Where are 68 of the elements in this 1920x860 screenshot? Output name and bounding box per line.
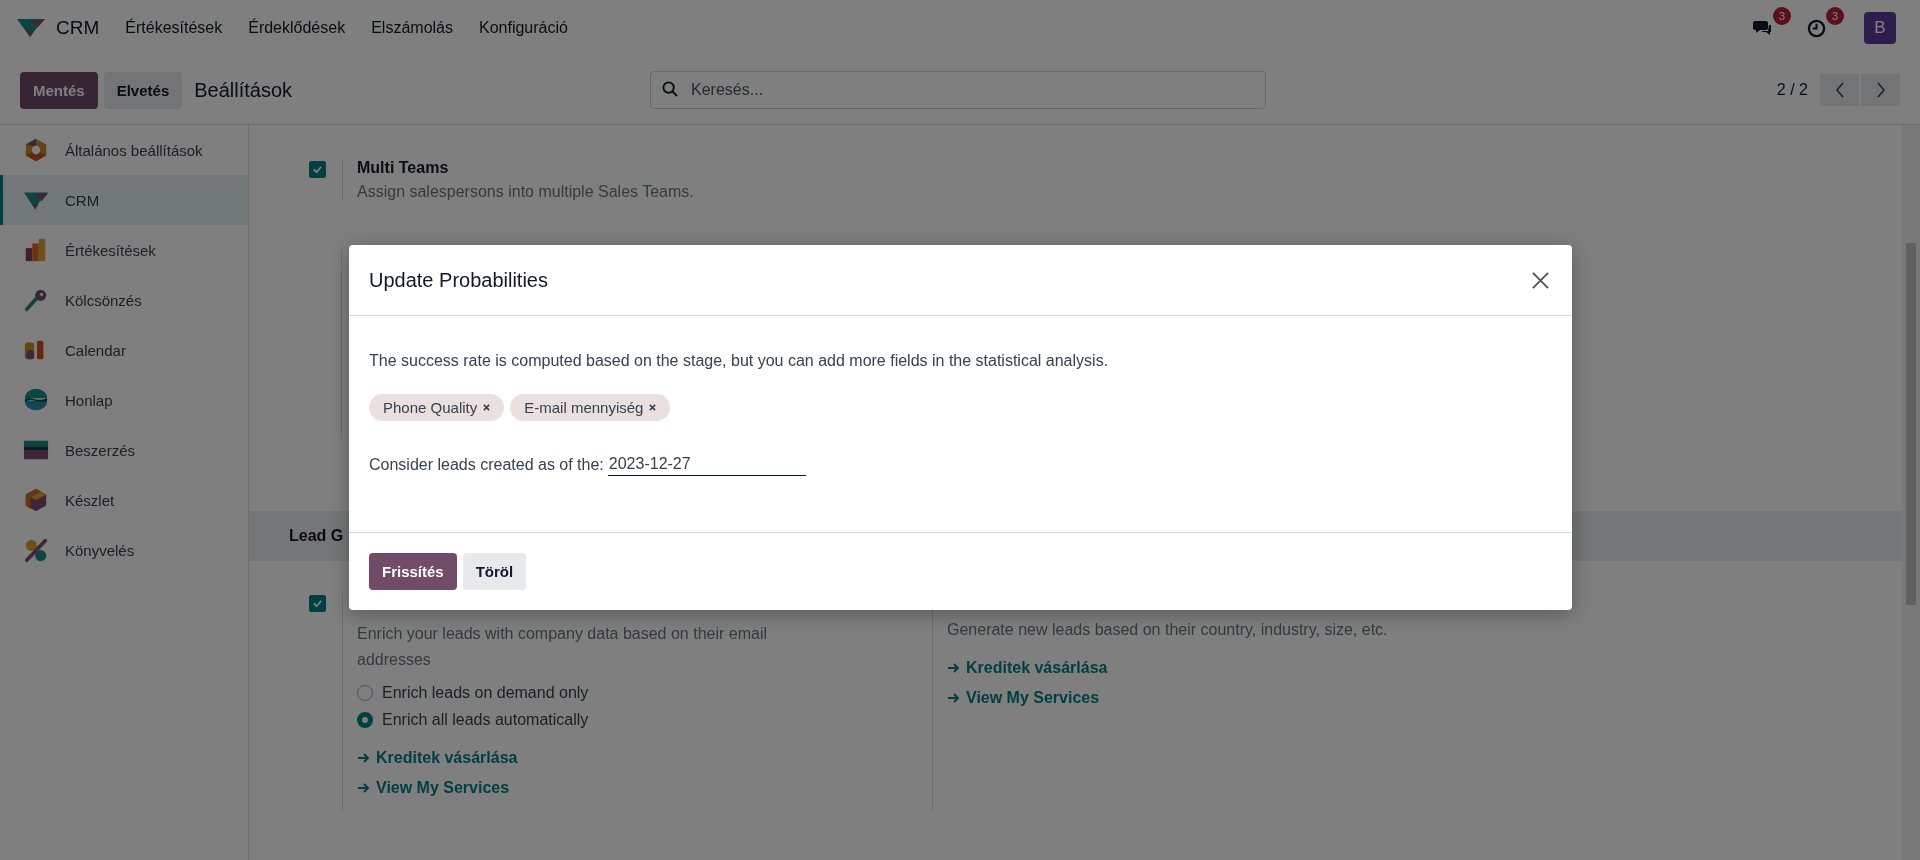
clock-icon — [1807, 18, 1826, 38]
breadcrumb: Beállítások — [194, 78, 293, 102]
app-icon — [23, 387, 49, 413]
setting-title: Multi Teams — [357, 159, 450, 177]
scrollbar[interactable] — [1902, 125, 1920, 860]
app-icon — [23, 287, 49, 313]
next-button[interactable] — [1861, 74, 1900, 106]
sidebar-item[interactable]: Készlet — [0, 475, 248, 525]
app-icon — [23, 537, 49, 563]
menu-item[interactable]: Konfiguráció — [479, 19, 568, 37]
chevron-left-icon — [1834, 82, 1845, 98]
link[interactable]: Kreditek vásárlása — [966, 659, 1108, 677]
dialog-button[interactable]: Frissítés — [369, 553, 457, 590]
app-icon — [23, 137, 49, 163]
setting-description: Assign salespersons into multiple Sales Teams. — [357, 183, 694, 201]
close-icon — [483, 404, 491, 411]
notification-badge: 3 — [1773, 7, 1791, 25]
checkmark-icon — [312, 598, 323, 609]
sidebar-item[interactable]: Beszerzés — [0, 425, 248, 475]
notification-badge: 3 — [1826, 6, 1844, 25]
checkbox[interactable] — [309, 161, 326, 178]
close-icon — [1531, 270, 1550, 290]
dialog-text: The success rate is computed based on the stage, but you can add more fields in the statistical analysis. — [369, 352, 1110, 370]
sidebar-item[interactable]: Calendar — [0, 325, 248, 375]
search-field[interactable]: Keresés... — [650, 71, 1266, 109]
checkbox[interactable] — [309, 595, 326, 612]
section-title: Lead G — [289, 527, 344, 545]
menu-item[interactable]: Értékesítések — [125, 19, 223, 37]
checkmark-icon — [312, 164, 323, 175]
radio-label[interactable]: Enrich leads on demand only — [382, 684, 589, 703]
app-icon — [23, 487, 49, 513]
sidebar-item[interactable]: CRM — [0, 175, 248, 225]
remove-tag-button[interactable] — [649, 404, 657, 411]
pager-value: 2 / 2 — [1776, 81, 1808, 99]
link[interactable]: View My Services — [376, 779, 510, 798]
dialog-button[interactable]: Töröl — [462, 553, 527, 590]
user-avatar[interactable]: B — [1864, 12, 1896, 44]
radio-label[interactable]: Enrich all leads automatically — [382, 711, 589, 730]
remove-tag-button[interactable] — [483, 404, 491, 411]
toolbar-button[interactable]: Mentés — [20, 71, 98, 109]
toolbar-button[interactable]: Elvetés — [103, 71, 183, 109]
sidebar-item[interactable]: Kölcsönzés — [0, 275, 248, 325]
tag: E-mail mennyiség — [510, 394, 671, 421]
arrow-right-icon — [357, 782, 371, 795]
sidebar-item[interactable]: Értékesítések — [0, 225, 248, 275]
sidebar-item[interactable]: Honlap — [0, 375, 248, 425]
close-icon — [649, 404, 657, 411]
arrow-right-icon — [947, 692, 961, 704]
menu-item[interactable]: Érdeklődések — [248, 19, 346, 37]
chat-icon — [1753, 19, 1773, 37]
search-icon — [662, 81, 679, 98]
chevron-right-icon — [1875, 82, 1886, 98]
menu-item[interactable]: Elszámolás — [371, 19, 453, 37]
setting-description: Generate new leads based on their country, industry, size, etc. — [947, 621, 1388, 639]
link[interactable]: View My Services — [966, 689, 1100, 707]
app-name[interactable]: CRM — [56, 17, 100, 39]
arrow-right-icon — [357, 752, 371, 765]
sidebar-item[interactable]: Könyvelés — [0, 525, 248, 575]
crm-logo-icon[interactable] — [16, 17, 46, 39]
radio-button[interactable] — [357, 712, 373, 729]
field-label: Consider leads created as of the: — [369, 455, 604, 474]
setting-description: Enrich your leads with company data based on their email addresses — [357, 624, 768, 670]
sidebar-item[interactable]: Általános beállítások — [0, 125, 248, 175]
link[interactable]: Kreditek vásárlása — [376, 749, 518, 768]
dialog-title: Update Probabilities — [369, 268, 548, 292]
arrow-right-icon — [947, 662, 961, 674]
tag: Phone Quality — [369, 394, 505, 421]
previous-button[interactable] — [1820, 74, 1859, 106]
